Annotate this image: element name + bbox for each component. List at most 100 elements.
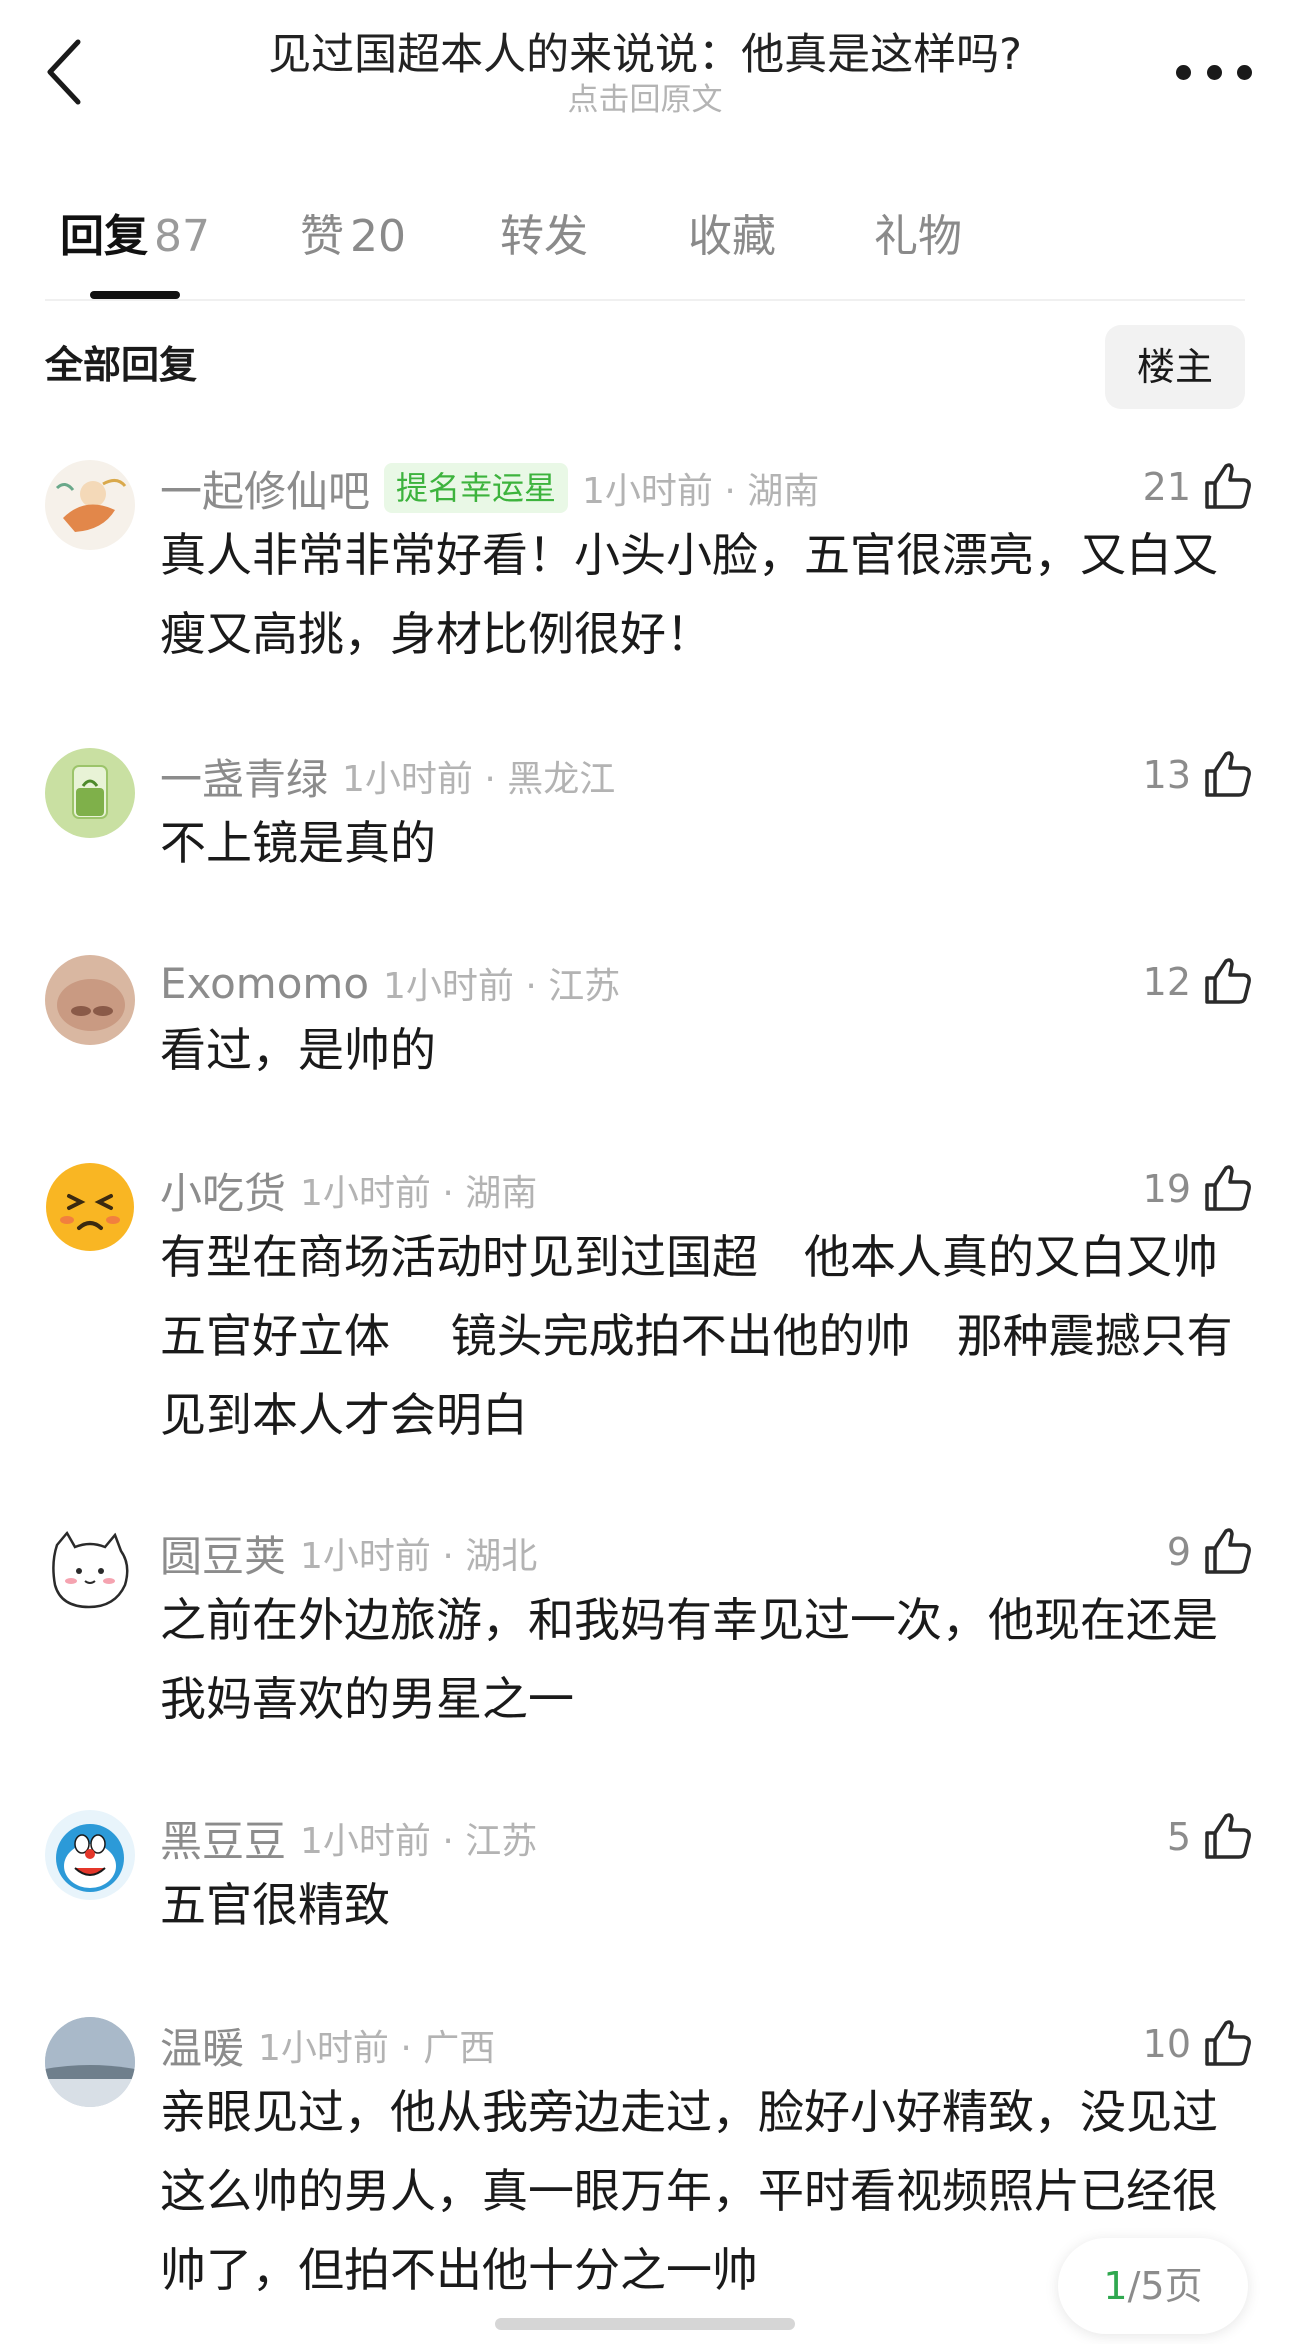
comment-item: 圆豆荚 1小时前 · 湖北 9 之前在外边旅游，和我妈有幸见过一次，他现在还是我… — [0, 1525, 1290, 1726]
comment-item: 一起修仙吧 提名幸运星 1小时前 · 湖南 21 真人非常非常好看！小头小脸，五… — [0, 460, 1290, 661]
comment-meta: 温暖 1小时前 · 广西 — [160, 2017, 495, 2073]
thumbs-up-icon — [1205, 463, 1251, 509]
like-button[interactable]: 9 — [1167, 1521, 1255, 1583]
username[interactable]: 温暖 — [160, 2015, 244, 2076]
page-title: 见过国超本人的来说说：他真是这样吗? — [268, 30, 1022, 80]
like-count: 13 — [1142, 753, 1191, 797]
like-count: 5 — [1166, 1815, 1191, 1859]
tab-replies[interactable]: 回复 87 — [60, 207, 210, 267]
more-dot-icon — [1237, 64, 1252, 80]
tab-label: 转发 — [500, 211, 588, 262]
comment-meta: 圆豆荚 1小时前 · 湖北 — [160, 1525, 537, 1581]
chevron-left-icon — [47, 39, 81, 105]
comment-text: 之前在外边旅游，和我妈有幸见过一次，他现在还是我妈喜欢的男星之一 — [160, 1593, 1218, 1726]
comment-meta: 一盏青绿 1小时前 · 黑龙江 — [160, 748, 615, 804]
tab-label: 回复 — [60, 211, 148, 262]
tab-count: 20 — [350, 211, 406, 262]
like-count: 9 — [1166, 1530, 1191, 1574]
more-dot-icon — [1206, 64, 1222, 80]
like-button[interactable]: 19 — [1143, 1158, 1255, 1220]
timestamp-location: 1小时前 · 江苏 — [300, 1821, 538, 1862]
like-button[interactable]: 12 — [1143, 951, 1255, 1013]
thumbs-up-icon — [1205, 1165, 1251, 1211]
tab-label: 赞 — [300, 211, 344, 262]
more-dot-icon — [1176, 64, 1191, 80]
avatar-image — [45, 748, 135, 838]
current-page: 1 — [1103, 2264, 1128, 2308]
more-button[interactable] — [1176, 50, 1252, 94]
home-indicator[interactable] — [495, 2318, 795, 2330]
username[interactable]: Exomomo — [160, 959, 369, 1008]
tab-favorites[interactable]: 收藏 — [688, 207, 776, 267]
tab-bar: 回复 87 赞 20 转发 收藏 礼物 — [0, 195, 1290, 305]
avatar-image — [45, 955, 135, 1045]
tab-gifts[interactable]: 礼物 — [874, 207, 962, 267]
comment-item: 小吃货 1小时前 · 湖南 19 有型在商场活动时见到过国超 他本人真的又白又帅… — [0, 1162, 1290, 1442]
avatar-image — [45, 1525, 135, 1615]
comment-item: 黑豆豆 1小时前 · 江苏 5 五官很精致 — [0, 1810, 1290, 1932]
like-count: 10 — [1142, 2022, 1191, 2066]
like-count: 12 — [1142, 960, 1191, 1004]
like-button[interactable]: 10 — [1143, 2013, 1255, 2075]
comment-item: Exomomo 1小时前 · 江苏 12 看过，是帅的 — [0, 955, 1290, 1077]
top-bar: 见过国超本人的来说说：他真是这样吗? 点击回原文 — [0, 0, 1290, 150]
comment-text: 有型在商场活动时见到过国超 他本人真的又白又帅五官好立体 镜头完成拍不出他的帅 … — [160, 1230, 1233, 1442]
like-button[interactable]: 13 — [1143, 744, 1255, 806]
avatar[interactable] — [45, 1525, 135, 1615]
avatar[interactable] — [45, 748, 135, 838]
comment-text: 真人非常非常好看！小头小脸，五官很漂亮，又白又瘦又高挑，身材比例很好！ — [160, 528, 1218, 661]
tab-label: 收藏 — [688, 211, 776, 262]
like-button[interactable]: 5 — [1167, 1806, 1255, 1868]
like-count: 19 — [1142, 1167, 1191, 1211]
thumbs-up-icon — [1205, 2020, 1251, 2066]
thumbs-up-icon — [1205, 958, 1251, 1004]
tab-count: 87 — [154, 211, 210, 262]
comment-meta: 一起修仙吧 提名幸运星 1小时前 · 湖南 — [160, 460, 819, 516]
comment-item: 一盏青绿 1小时前 · 黑龙江 13 不上镜是真的 — [0, 748, 1290, 870]
avatar[interactable] — [45, 2017, 135, 2107]
back-to-original-link[interactable]: 点击回原文 — [160, 80, 1130, 120]
avatar-image — [45, 460, 135, 550]
thumbs-up-icon — [1205, 751, 1251, 797]
comment-text: 看过，是帅的 — [160, 1023, 436, 1077]
thumbs-up-icon — [1205, 1813, 1251, 1859]
page-indicator[interactable]: 1/5页 — [1058, 2238, 1248, 2334]
tab-label: 礼物 — [874, 211, 962, 262]
timestamp-location: 1小时前 · 湖北 — [300, 1536, 538, 1577]
divider — [45, 299, 1245, 301]
timestamp-location: 1小时前 · 黑龙江 — [342, 759, 616, 800]
lucky-star-badge: 提名幸运星 — [384, 463, 569, 513]
comment-meta: 黑豆豆 1小时前 · 江苏 — [160, 1810, 537, 1866]
avatar-image — [46, 1163, 134, 1251]
comment-meta: Exomomo 1小时前 · 江苏 — [160, 955, 620, 1011]
timestamp-location: 1小时前 · 湖南 — [300, 1173, 538, 1214]
thumbs-up-icon — [1205, 1528, 1251, 1574]
username[interactable]: 圆豆荚 — [160, 1523, 286, 1584]
avatar-image — [45, 1810, 135, 1900]
timestamp-location: 1小时前 · 湖南 — [582, 471, 820, 512]
like-button[interactable]: 21 — [1143, 456, 1255, 518]
username[interactable]: 一起修仙吧 — [160, 458, 370, 519]
timestamp-location: 1小时前 · 广西 — [258, 2028, 496, 2069]
back-button[interactable] — [38, 34, 98, 110]
username[interactable]: 小吃货 — [160, 1160, 286, 1221]
avatar[interactable] — [45, 1810, 135, 1900]
username[interactable]: 黑豆豆 — [160, 1808, 286, 1869]
timestamp-location: 1小时前 · 江苏 — [383, 966, 621, 1007]
comments-page: 见过国超本人的来说说：他真是这样吗? 点击回原文 回复 87 赞 20 转发 收藏 … — [0, 0, 1290, 2344]
tab-likes[interactable]: 赞 20 — [300, 207, 406, 267]
username[interactable]: 一盏青绿 — [160, 746, 328, 807]
owner-only-button[interactable]: 楼主 — [1105, 325, 1245, 409]
title-block: 见过国超本人的来说说：他真是这样吗? 点击回原文 — [160, 26, 1130, 120]
like-count: 21 — [1142, 465, 1191, 509]
avatar[interactable] — [45, 460, 135, 550]
comment-text: 五官很精致 — [160, 1878, 390, 1932]
avatar[interactable] — [45, 955, 135, 1045]
comment-meta: 小吃货 1小时前 · 湖南 — [160, 1162, 537, 1218]
tab-reposts[interactable]: 转发 — [500, 207, 588, 267]
avatar[interactable] — [45, 1162, 135, 1252]
comment-text: 不上镜是真的 — [160, 816, 436, 870]
total-pages: /5页 — [1127, 2264, 1203, 2308]
section-title: 全部回复 — [45, 343, 198, 387]
avatar-image — [45, 2017, 135, 2107]
